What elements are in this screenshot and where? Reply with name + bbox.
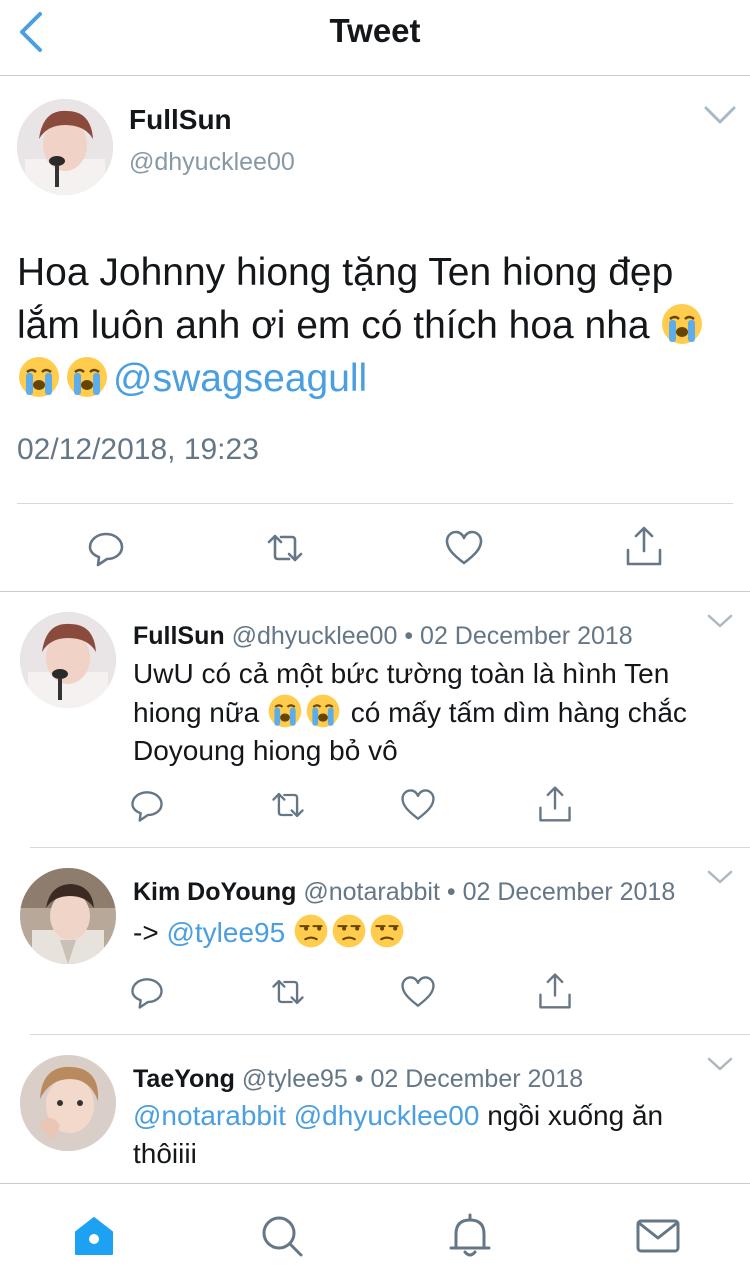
unamused-face-icon bbox=[294, 914, 328, 948]
avatar[interactable] bbox=[20, 612, 116, 708]
page-title: Tweet bbox=[329, 12, 421, 49]
unamused-face-icon bbox=[332, 914, 366, 948]
share-icon[interactable] bbox=[622, 524, 666, 568]
separator-dot: • bbox=[354, 1065, 364, 1093]
unamused-face-icon bbox=[370, 914, 404, 948]
mention-link[interactable]: @dhyucklee00 bbox=[294, 1100, 480, 1131]
tweet-text: Hoa Johnny hiong tặng Ten hiong đẹp lắm … bbox=[17, 246, 737, 405]
tweet-actions bbox=[0, 506, 750, 592]
reply-date: 02 December 2018 bbox=[462, 878, 676, 906]
tweet-text-body: Hoa Johnny hiong tặng Ten hiong đẹp lắm … bbox=[17, 251, 674, 347]
retweet-icon[interactable] bbox=[268, 785, 308, 825]
loudly-crying-face-icon bbox=[662, 304, 703, 344]
retweet-icon[interactable] bbox=[263, 526, 307, 570]
reply-text: @notarabbit @dhyucklee00 ngồi xuống ăn t… bbox=[133, 1097, 733, 1173]
display-name[interactable]: Kim DoYoung bbox=[133, 878, 296, 906]
home-icon[interactable] bbox=[70, 1212, 118, 1260]
avatar[interactable] bbox=[20, 868, 116, 964]
divider bbox=[0, 591, 750, 592]
divider bbox=[17, 503, 733, 504]
retweet-icon[interactable] bbox=[268, 972, 308, 1012]
reply-icon[interactable] bbox=[84, 526, 128, 570]
loudly-crying-face-icon bbox=[268, 694, 302, 728]
divider bbox=[30, 1034, 750, 1035]
bottom-tab-bar bbox=[0, 1183, 750, 1278]
share-icon[interactable] bbox=[535, 971, 575, 1011]
loudly-crying-face-icon bbox=[67, 357, 107, 397]
reply-icon[interactable] bbox=[127, 972, 167, 1012]
like-icon[interactable] bbox=[398, 972, 438, 1012]
reply-icon[interactable] bbox=[127, 785, 167, 825]
mention-link[interactable]: @tylee95 bbox=[166, 917, 285, 948]
mention-link[interactable]: @notarabbit bbox=[133, 1100, 286, 1131]
top-nav-bar: Tweet bbox=[0, 0, 750, 76]
like-icon[interactable] bbox=[398, 785, 438, 825]
chevron-down-icon[interactable] bbox=[703, 104, 737, 126]
user-handle[interactable]: @notarabbit bbox=[303, 878, 440, 906]
share-icon[interactable] bbox=[535, 784, 575, 824]
notifications-icon[interactable] bbox=[446, 1212, 494, 1260]
chevron-down-icon[interactable] bbox=[706, 1055, 734, 1073]
like-icon[interactable] bbox=[442, 526, 486, 570]
display-name[interactable]: FullSun bbox=[133, 622, 225, 650]
display-name[interactable]: FullSun bbox=[129, 104, 232, 136]
reply-header: FullSun @dhyucklee00 • 02 December 2018 bbox=[133, 622, 633, 651]
reply-prefix: -> bbox=[133, 917, 159, 948]
reply-date: 02 December 2018 bbox=[420, 622, 633, 650]
messages-icon[interactable] bbox=[634, 1212, 682, 1260]
avatar[interactable] bbox=[17, 99, 113, 195]
reply-text: -> @tylee95 bbox=[133, 913, 733, 952]
reply-header: TaeYong @tylee95 • 02 December 2018 bbox=[133, 1065, 583, 1094]
loudly-crying-face-icon bbox=[19, 357, 59, 397]
separator-dot: • bbox=[404, 622, 414, 650]
chevron-down-icon[interactable] bbox=[706, 612, 734, 630]
chevron-down-icon[interactable] bbox=[706, 868, 734, 886]
loudly-crying-face-icon bbox=[306, 694, 340, 728]
divider bbox=[30, 847, 750, 848]
search-icon[interactable] bbox=[258, 1212, 306, 1260]
user-handle[interactable]: @tylee95 bbox=[242, 1065, 348, 1093]
reply-text: UwU có cả một bức tường toàn là hình Ten… bbox=[133, 655, 733, 770]
avatar[interactable] bbox=[20, 1055, 116, 1151]
display-name[interactable]: TaeYong bbox=[133, 1065, 235, 1093]
tweet-timestamp: 02/12/2018, 19:23 bbox=[17, 433, 259, 466]
user-handle[interactable]: @dhyucklee00 bbox=[129, 148, 295, 177]
user-handle[interactable]: @dhyucklee00 bbox=[232, 622, 398, 650]
reply-header: Kim DoYoung @notarabbit • 02 December 20… bbox=[133, 878, 675, 907]
reply-date: 02 December 2018 bbox=[370, 1065, 584, 1093]
mention-link[interactable]: @swagseagull bbox=[113, 357, 367, 400]
separator-dot: • bbox=[446, 878, 456, 906]
